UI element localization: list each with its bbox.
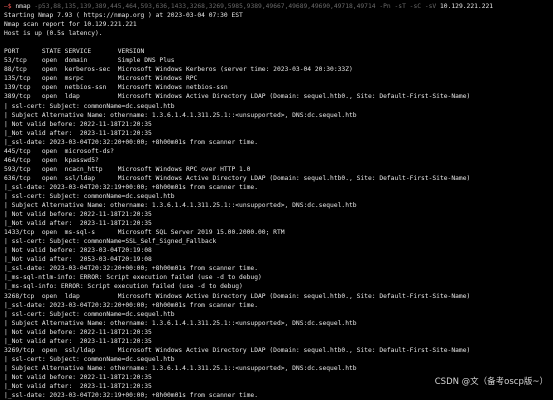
output-line: | ssl-cert: Subject: commonName=dc.seque…: [4, 310, 175, 318]
output-line: 3268/tcp open ldap Microsoft Windows Act…: [4, 292, 471, 300]
output-line: | Subject Alternative Name: othername: 1…: [4, 202, 357, 210]
output-line: | ssl-cert: Subject: commonName=SSL_Self…: [4, 238, 217, 246]
output-line: 593/tcp open ncacn_http Microsoft Window…: [4, 165, 251, 173]
output-line: 636/tcp open ssl/ldap Microsoft Windows …: [4, 174, 471, 182]
output-line: Starting Nmap 7.93 ( https://nmap.org ) …: [4, 12, 243, 20]
output-line: |_ms-sql-info: ERROR: Script execution f…: [4, 283, 243, 291]
output-line: |_Not valid after: 2023-11-18T21:20:35: [4, 129, 152, 137]
command-prompt-line: —$ nmap -p53,88,135,139,389,445,464,593,…: [4, 2, 549, 11]
output-line: |_Not valid after: 2053-03-04T20:19:08: [4, 256, 152, 264]
output-line: 1433/tcp open ms-sql-s Microsoft SQL Ser…: [4, 229, 285, 237]
command-target: 10.129.221.221: [440, 3, 494, 10]
output-line: Host is up (0.5s latency).: [4, 30, 103, 38]
output-line: 135/tcp open msrpc Microsoft Windows RPC: [4, 75, 198, 83]
prompt-arrow: —$: [4, 3, 12, 10]
output-line: | Not valid before: 2022-11-18T21:20:35: [4, 120, 152, 128]
output-line: |_ssl-date: 2023-03-04T20:32:19+00:00; +…: [4, 392, 259, 400]
output-line: 464/tcp open kpasswd5?: [4, 156, 99, 164]
output-line: | Subject Alternative Name: othername: 1…: [4, 364, 357, 372]
output-line: Nmap scan report for 10.129.221.221: [4, 21, 137, 29]
output-line: | Not valid before: 2022-11-18T21:20:35: [4, 328, 152, 336]
output-line: 445/tcp open microsoft-ds?: [4, 147, 114, 155]
watermark-label: CSDN @文（备考oscp版~）: [434, 376, 548, 387]
output-line: PORT STATE SERVICE VERSION: [4, 48, 145, 56]
output-line: 139/tcp open netbios-ssn Microsoft Windo…: [4, 84, 228, 92]
output-line: | ssl-cert: Subject: commonName=dc.seque…: [4, 102, 175, 110]
output-line: | ssl-cert: Subject: commonName=dc.seque…: [4, 192, 175, 200]
terminal-window[interactable]: —$ nmap -p53,88,135,139,389,445,464,593,…: [0, 0, 553, 400]
output-line: 53/tcp open domain Simple DNS Plus: [4, 57, 175, 65]
output-line: 389/tcp open ldap Microsoft Windows Acti…: [4, 93, 471, 101]
output-line: |_ssl-date: 2023-03-04T20:32:19+00:00; +…: [4, 183, 259, 191]
output-line: |_ssl-date: 2023-03-04T20:32:20+00:00; +…: [4, 265, 259, 273]
terminal-output: Starting Nmap 7.93 ( https://nmap.org ) …: [4, 11, 549, 400]
output-line: 3269/tcp open ssl/ldap Microsoft Windows…: [4, 346, 471, 354]
output-line: |_Not valid after: 2023-11-18T21:20:35: [4, 220, 152, 228]
command-args: -p53,88,135,139,389,445,464,593,636,1433…: [30, 3, 440, 10]
output-line: | Subject Alternative Name: othername: 1…: [4, 319, 357, 327]
output-line: | Not valid before: 2022-11-18T21:20:35: [4, 211, 152, 219]
output-line: | ssl-cert: Subject: commonName=dc.seque…: [4, 355, 175, 363]
output-line: | Subject Alternative Name: othername: 1…: [4, 111, 357, 119]
command-name: nmap: [15, 3, 31, 10]
output-line: 88/tcp open kerberos-sec Microsoft Windo…: [4, 66, 353, 74]
output-line: |_ssl-date: 2023-03-04T20:32:20+00:00; +…: [4, 138, 259, 146]
output-line: | Not valid before: 2023-03-04T20:19:08: [4, 247, 152, 255]
output-line: |_ssl-date: 2023-03-04T20:32:20+00:00; +…: [4, 301, 259, 309]
output-line: |_Not valid after: 2023-11-18T21:20:35: [4, 337, 152, 345]
output-line: |_ms-sql-ntlm-info: ERROR: Script execut…: [4, 274, 262, 282]
